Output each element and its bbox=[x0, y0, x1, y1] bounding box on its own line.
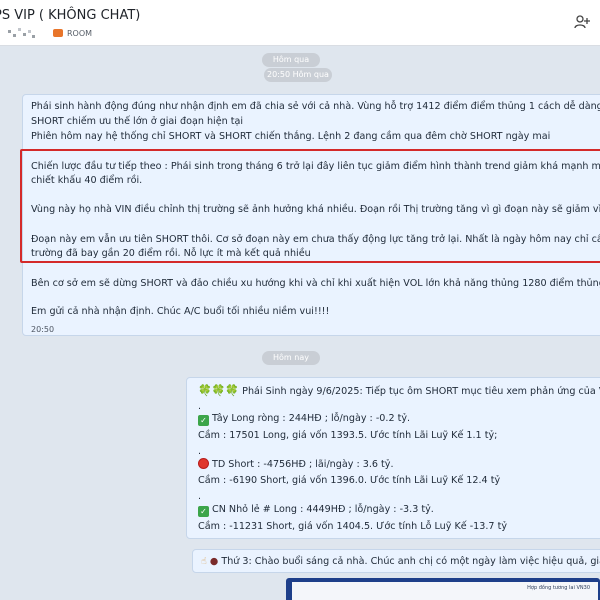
greeting-text: Thứ 3: Chào buổi sáng cả nhà. Chúc anh c… bbox=[221, 556, 600, 567]
video-caption: Hợp đồng tương lai VN30 bbox=[527, 585, 590, 591]
td-short-line: TD Short : -4756HĐ ; lãi/ngày : 3.6 tỷ. bbox=[198, 458, 394, 471]
td-short-text: TD Short : -4756HĐ ; lãi/ngày : 3.6 tỷ. bbox=[212, 459, 394, 470]
group-avatar[interactable] bbox=[8, 28, 36, 40]
date-divider-yesterday: Hôm qua bbox=[262, 53, 320, 67]
date-divider-today: Hôm nay bbox=[262, 351, 320, 365]
check-icon: ✓ bbox=[198, 415, 209, 426]
chat-header: PS VIP ( KHÔNG CHAT) ROOM bbox=[0, 0, 600, 46]
tay-long-detail: Cầm : 17501 Long, giá vốn 1393.5. Ước tí… bbox=[198, 430, 498, 441]
clover-icon: 🍀🍀🍀 bbox=[198, 384, 240, 397]
video-preview: Hợp đồng tương lai VN30 bbox=[292, 582, 598, 600]
sun-icon: ● bbox=[209, 556, 219, 567]
room-tag-icon bbox=[53, 29, 63, 37]
message-text: Phái sinh hành động đúng như nhận định e… bbox=[31, 101, 600, 112]
tay-long-line: ✓ Tây Long ròng : 244HĐ ; lỗ/ngày : -0.2 … bbox=[198, 412, 410, 426]
check-icon: ✓ bbox=[198, 506, 209, 517]
message-text: Em gửi cả nhà nhận định. Chúc A/C buổi t… bbox=[31, 306, 330, 317]
stop-icon bbox=[198, 458, 209, 469]
cn-long-detail: Cầm : -11231 Short, giá vốn 1404.5. Ước … bbox=[198, 521, 508, 532]
add-user-icon[interactable] bbox=[574, 14, 590, 30]
message-greeting: ☝ ● Thứ 3: Chào buổi sáng cả nhà. Chúc a… bbox=[201, 555, 600, 568]
message-text: Phiên hôm nay hệ thống chỉ SHORT và SHOR… bbox=[31, 131, 551, 142]
time-divider-yesterday: 20:50 Hôm qua bbox=[264, 68, 332, 82]
message-time: 20:50 bbox=[31, 325, 55, 334]
message-headline: 🍀🍀🍀 Phái Sinh ngày 9/6/2025: Tiếp tục ôm… bbox=[198, 384, 600, 398]
video-thumbnail[interactable]: Hợp đồng tương lai VN30 bbox=[286, 578, 600, 600]
message-bubble[interactable]: ☝ ● Thứ 3: Chào buổi sáng cả nhà. Chúc a… bbox=[192, 549, 600, 573]
hand-icon: ☝ bbox=[201, 556, 207, 567]
headline-text: Phái Sinh ngày 9/6/2025: Tiếp tục ôm SHO… bbox=[242, 386, 600, 397]
chat-area[interactable]: Hôm qua 20:50 Hôm qua Phái sinh hành độn… bbox=[0, 46, 600, 600]
message-text: Bên cơ sở em sẽ dừng SHORT và đảo chiều … bbox=[31, 278, 600, 289]
message-text: chiết khấu 40 điểm rồi. bbox=[31, 175, 143, 186]
message-text: trường đã bay gần 20 điểm rồi. Nỗ lực ít… bbox=[31, 248, 311, 259]
room-badge[interactable]: ROOM bbox=[53, 26, 92, 40]
dot-separator: . bbox=[198, 446, 202, 457]
message-text: Vùng này họ nhà VIN điều chỉnh thị trườn… bbox=[31, 204, 600, 215]
message-text: Đoạn này em vẫn ưu tiên SHORT thôi. Cơ s… bbox=[31, 234, 600, 245]
message-text: Chiến lược đầu tư tiếp theo : Phái sinh … bbox=[31, 161, 600, 172]
message-bubble[interactable]: 🍀🍀🍀 Phái Sinh ngày 9/6/2025: Tiếp tục ôm… bbox=[186, 377, 600, 539]
message-bubble[interactable]: Phái sinh hành động đúng như nhận định e… bbox=[22, 94, 600, 336]
tay-long-text: Tây Long ròng : 244HĐ ; lỗ/ngày : -0.2 t… bbox=[212, 413, 411, 424]
td-short-detail: Cầm : -6190 Short, giá vốn 1396.0. Ước t… bbox=[198, 475, 501, 486]
cn-long-text: CN Nhỏ lẻ # Long : 4449HĐ ; lỗ/ngày : -3… bbox=[212, 504, 434, 515]
dot-separator: . bbox=[198, 491, 202, 502]
room-label: ROOM bbox=[67, 28, 93, 38]
message-text: SHORT chiếm ưu thế lớn ở giai đoạn hiện … bbox=[31, 116, 244, 127]
cn-long-line: ✓ CN Nhỏ lẻ # Long : 4449HĐ ; lỗ/ngày : -… bbox=[198, 503, 434, 517]
group-title: PS VIP ( KHÔNG CHAT) bbox=[0, 8, 141, 23]
